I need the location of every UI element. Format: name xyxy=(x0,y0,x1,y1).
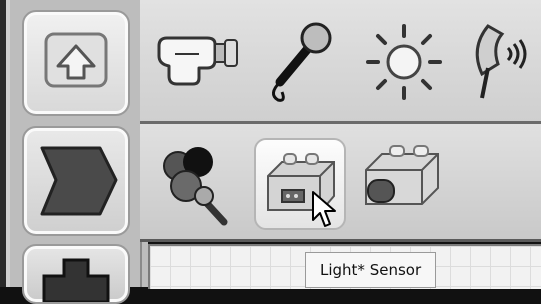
ultrasonic-sensor-icon xyxy=(475,24,527,99)
puzzle-block-icon xyxy=(42,258,110,302)
sound-sensor-tool[interactable] xyxy=(258,18,338,104)
category-up-button[interactable] xyxy=(22,10,130,116)
color-sensor-icon xyxy=(163,147,228,226)
touch-sensor-tool[interactable] xyxy=(155,30,241,90)
ultrasonic-sensor-tool[interactable] xyxy=(468,18,540,104)
sun-icon xyxy=(366,24,442,100)
mouse-pointer xyxy=(311,190,339,234)
compare-sensor-icon xyxy=(365,145,439,205)
microphone-icon xyxy=(272,22,332,102)
light-source-tool[interactable] xyxy=(362,22,446,102)
up-arrow-icon xyxy=(44,32,108,88)
category-puzzle-button[interactable] xyxy=(22,244,130,304)
color-sensor-tool[interactable] xyxy=(158,142,242,232)
chevron-block-icon xyxy=(40,146,118,216)
cursor-arrow-icon xyxy=(312,191,336,227)
compare-sensor-tool[interactable] xyxy=(360,140,444,220)
category-flow-button[interactable] xyxy=(22,126,130,236)
tooltip: Light* Sensor xyxy=(305,252,437,288)
touch-sensor-icon xyxy=(157,36,238,86)
